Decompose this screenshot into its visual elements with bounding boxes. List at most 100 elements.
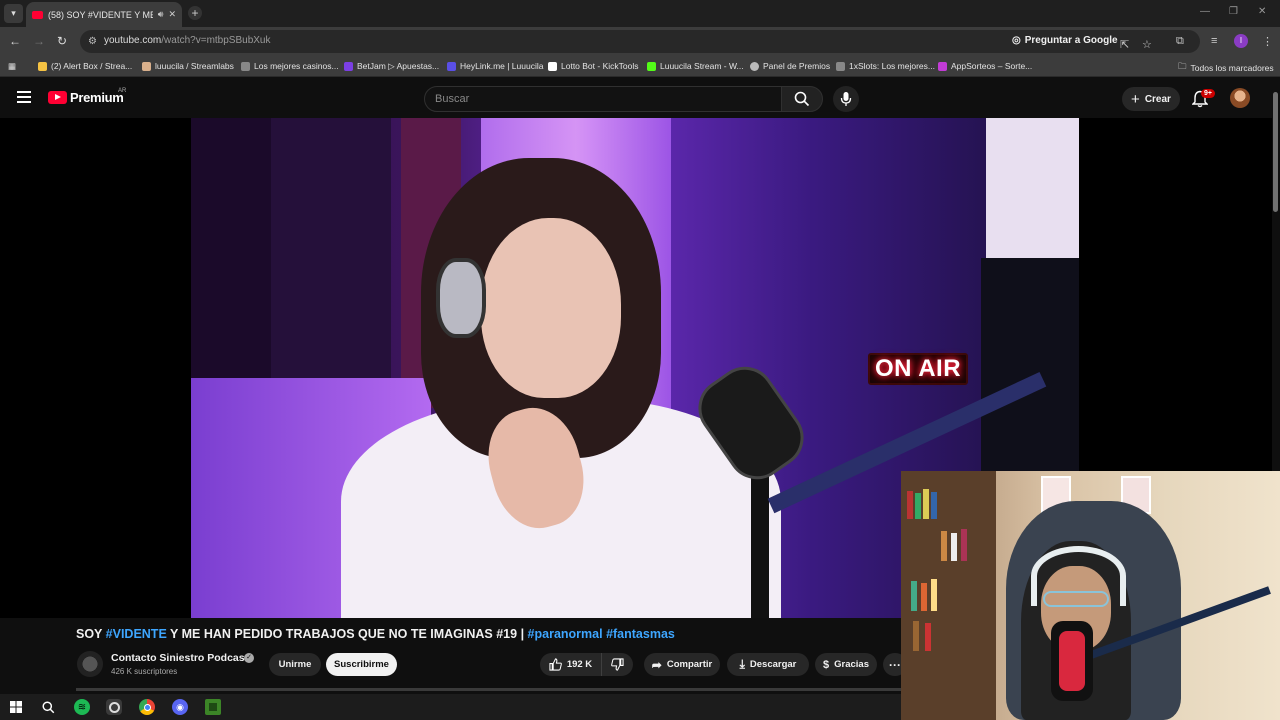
notification-count-badge: 9+ <box>1201 89 1215 98</box>
bookmark-item[interactable]: Panel de Premios <box>750 61 830 71</box>
bookmark-label: BetJam ▷ Apuestas... <box>357 61 440 71</box>
book <box>925 623 931 651</box>
profile-avatar[interactable]: I <box>1234 34 1248 48</box>
close-tab-icon[interactable]: ✕ <box>168 9 176 20</box>
thanks-button[interactable]: $ Gracias <box>815 653 877 676</box>
share-button[interactable]: ➦ Compartir <box>644 653 720 676</box>
bookmark-item[interactable]: HeyLink.me | Luuucila <box>447 61 543 71</box>
windows-start-icon[interactable] <box>8 699 24 715</box>
thumbs-down-icon <box>611 658 624 671</box>
install-app-icon[interactable]: ⇱ <box>1120 38 1129 51</box>
youtube-premium-logo[interactable]: Premium <box>48 90 124 105</box>
minecraft-icon[interactable] <box>205 699 221 715</box>
streamer-webcam-overlay <box>901 471 1280 720</box>
obs-icon[interactable] <box>106 699 122 715</box>
description-divider <box>76 688 902 691</box>
spotify-icon[interactable]: ≋ <box>74 699 90 715</box>
chrome-icon[interactable] <box>139 699 155 715</box>
audio-playing-icon[interactable]: 🔊︎ <box>158 9 164 20</box>
download-button[interactable]: ⤓ Descargar <box>727 653 809 676</box>
create-button[interactable]: + Crear <box>1122 87 1180 111</box>
bookmark-item[interactable]: BetJam ▷ Apuestas... <box>344 61 439 72</box>
bookmark-label: AppSorteos – Sorte... <box>951 61 1033 71</box>
streamer-microphone-prop <box>1059 631 1085 691</box>
region-code: AR <box>118 88 127 94</box>
bookmark-favicon-icon <box>548 61 557 71</box>
bookmark-favicon-icon <box>241 61 250 71</box>
hamburger-menu-icon[interactable] <box>17 91 31 103</box>
join-label: Unirme <box>278 659 312 670</box>
tab-youtube[interactable]: (58) SOY #VIDENTE Y ME H 🔊︎ ✕ <box>26 2 182 27</box>
download-label: Descargar <box>749 659 797 670</box>
back-icon[interactable]: ← <box>9 34 21 48</box>
bookmark-item[interactable]: Lotto Bot - KickTools <box>548 61 638 71</box>
join-button[interactable]: Unirme <box>269 653 321 676</box>
taskbar-search-icon[interactable] <box>40 699 56 715</box>
apps-grid-icon[interactable]: ▦ <box>8 61 16 72</box>
close-window-icon[interactable]: ✕ <box>1258 6 1266 17</box>
book <box>931 579 937 611</box>
bookmark-item[interactable]: 1xSlots: Los mejores... <box>836 61 935 71</box>
bookmark-item[interactable]: Los mejores casinos... <box>241 61 339 71</box>
bookmark-item[interactable]: (2) Alert Box / Strea... <box>38 61 132 71</box>
search-input[interactable] <box>425 87 781 111</box>
bookmark-star-icon[interactable]: ☆ <box>1142 38 1152 51</box>
new-tab-button[interactable]: + <box>188 6 202 20</box>
bookmark-label: Lotto Bot - KickTools <box>561 61 639 71</box>
dislike-button[interactable] <box>601 653 633 676</box>
subscribe-label: Suscribirme <box>334 659 389 670</box>
omnibox[interactable]: ⚙ youtube.com/watch?v=mtbpSBubXuk ◎ Pregu… <box>80 30 1200 53</box>
search-button[interactable] <box>781 86 823 112</box>
bookmark-favicon-icon <box>142 61 151 71</box>
tab-search-button[interactable]: ▾ <box>4 4 23 23</box>
url-path: /watch?v=mtbpSBubXuk <box>161 35 271 46</box>
ask-google-button[interactable]: ◎ Preguntar a Google <box>1012 35 1118 46</box>
book <box>915 493 921 519</box>
bookmark-item[interactable]: AppSorteos – Sorte... <box>938 61 1032 71</box>
minimize-icon[interactable]: — <box>1200 6 1210 17</box>
channel-avatar[interactable] <box>77 651 103 677</box>
url-text[interactable]: youtube.com/watch?v=mtbpSBubXuk <box>104 35 271 46</box>
like-button[interactable]: 192 K <box>540 653 601 676</box>
hashtag-link[interactable]: #fantasmas <box>606 627 675 641</box>
hashtag-link[interactable]: #VIDENTE <box>106 627 167 641</box>
book <box>907 491 913 519</box>
headphones-prop <box>436 258 486 338</box>
bookmark-favicon-icon <box>836 61 845 71</box>
site-info-icon[interactable]: ⚙ <box>88 36 97 47</box>
search-box[interactable] <box>424 86 782 112</box>
title-text: Y ME HAN PEDIDO TRABAJOS QUE NO TE IMAGI… <box>166 627 528 641</box>
bookmark-item[interactable]: Luuucila Stream - W... <box>647 61 744 71</box>
bookmark-favicon-icon <box>750 61 759 71</box>
channel-name-link[interactable]: Contacto Siniestro Podcast <box>111 652 248 664</box>
reload-icon[interactable]: ↻ <box>57 34 67 48</box>
download-icon: ⤓ <box>739 657 745 671</box>
bookmark-favicon-icon <box>447 61 456 71</box>
more-actions-icon: ··· <box>889 657 901 672</box>
share-arrow-icon: ➦ <box>651 657 662 672</box>
video-host-figure <box>481 218 621 398</box>
bookmark-item[interactable]: luuucila / Streamlabs <box>142 61 234 71</box>
page-scrollbar-thumb[interactable] <box>1273 92 1278 212</box>
thumbs-up-icon <box>549 658 562 671</box>
voice-search-button[interactable] <box>833 86 859 112</box>
media-control-icon[interactable]: ≡ <box>1211 35 1217 47</box>
discord-icon[interactable]: ◉ <box>172 699 188 715</box>
all-bookmarks-folder[interactable]: 🗀︎ Todos los marcadores <box>1178 61 1274 75</box>
browser-menu-icon[interactable]: ⋮ <box>1262 35 1273 48</box>
maximize-icon[interactable]: ❐ <box>1229 6 1238 17</box>
verified-check-icon: ✓ <box>244 653 254 663</box>
youtube-favicon-icon <box>32 10 43 19</box>
extensions-icon[interactable]: ⧉ <box>1176 35 1184 48</box>
all-bookmarks-label: Todos los marcadores <box>1190 63 1274 73</box>
account-avatar[interactable] <box>1230 88 1250 108</box>
video-frame-scene <box>986 118 1079 258</box>
book <box>951 533 957 561</box>
bookmark-label: HeyLink.me | Luuucila <box>460 61 544 71</box>
bookmark-label: Los mejores casinos... <box>254 61 339 71</box>
bookmark-label: 1xSlots: Los mejores... <box>849 61 935 71</box>
os-taskbar <box>0 694 901 720</box>
hashtag-link[interactable]: #paranormal <box>528 627 603 641</box>
subscribe-button[interactable]: Suscribirme <box>326 653 397 676</box>
forward-icon[interactable]: → <box>33 34 45 48</box>
